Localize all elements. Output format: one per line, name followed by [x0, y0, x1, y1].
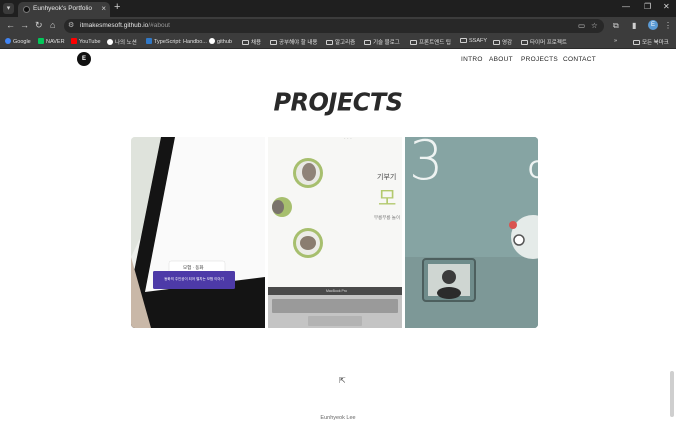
site-info-icon[interactable]: ⚙ [68, 21, 74, 29]
folder-icon [633, 40, 640, 45]
home-icon[interactable]: ⌂ [50, 20, 55, 30]
bookmark-folder-jobs[interactable]: 채용 [242, 38, 261, 46]
bookmark-notion[interactable]: 나의 노션 [107, 38, 137, 46]
tab-search-button[interactable]: ▾ [3, 3, 14, 14]
forward-icon[interactable]: → [20, 20, 29, 30]
bookmark-folder-timer-project[interactable]: 타이머 프로젝트 [521, 38, 567, 46]
youtube-icon [71, 38, 77, 44]
folder-icon [364, 40, 371, 45]
close-window-button[interactable]: ✕ [663, 2, 670, 11]
back-icon[interactable]: ← [6, 20, 15, 30]
github-icon [209, 38, 215, 44]
page-content: E INTRO ABOUT PROJECTS CONTACT PROJECTS … [0, 49, 676, 432]
bookmark-folder-inspiration[interactable]: 영감 [493, 38, 512, 46]
laptop-photo [268, 137, 402, 328]
nav-projects[interactable]: PROJECTS [521, 56, 558, 63]
bookmark-folder-algorithm[interactable]: 알고리즘 [326, 38, 355, 46]
card2-laptop-label: MacBook Pro [326, 289, 348, 293]
folder-icon [460, 38, 467, 43]
google-icon [5, 38, 11, 44]
folder-icon [410, 40, 417, 45]
project-card-2[interactable]: · · · 기부기 모 부릉부릉 놀이 MacBook Pro [268, 137, 402, 328]
address-bar[interactable]: ⚙ itmakesmesoft.github.io/#about ▭ ☆ [64, 19, 604, 33]
typescript-icon [146, 38, 152, 44]
side-panel-icon[interactable]: ▮ [632, 21, 636, 30]
bookmark-star-icon[interactable]: ☆ [591, 21, 598, 30]
folder-icon [242, 40, 249, 45]
notion-icon [107, 39, 113, 45]
bookmark-typescript[interactable]: TypeScript: Handbo... [146, 38, 207, 45]
project-card-1[interactable]: 모험 · 동화 동화의 주인공이 되어 펼치는 모험 이야기 [131, 137, 265, 328]
folder-icon [326, 40, 333, 45]
bookmarks-overflow-button[interactable]: » [614, 38, 617, 44]
address-url: itmakesmesoft.github.io/#about [80, 22, 170, 29]
bookmark-folder-ssafy[interactable]: SSAFY [460, 38, 487, 44]
page-scrollbar[interactable] [670, 371, 674, 417]
extensions-icon[interactable]: ⧉ [613, 21, 619, 31]
tab-strip: ▾ Eunhyeok's Portfolio × + — ❐ ✕ [0, 0, 676, 17]
nav-contact[interactable]: CONTACT [563, 56, 596, 63]
bookmark-github[interactable]: github [209, 38, 232, 45]
card2-nav-hint: · · · [344, 137, 352, 142]
footer-name: Eunhyeok Lee [320, 415, 356, 421]
project-card-3[interactable]: 3 C [405, 137, 538, 328]
minimize-button[interactable]: — [622, 2, 630, 11]
nav-about[interactable]: ABOUT [489, 56, 513, 63]
site-logo[interactable]: E [77, 52, 91, 66]
section-title: PROJECTS [273, 87, 403, 117]
new-tab-button[interactable]: + [114, 1, 120, 13]
browser-menu-icon[interactable]: ⋮ [664, 21, 672, 30]
browser-toolbar: ← → ↻ ⌂ ⚙ itmakesmesoft.github.io/#about… [0, 17, 676, 35]
card3-big-digit: 3 [409, 137, 444, 192]
site-favicon-icon [23, 6, 30, 13]
card1-popup-title: 모험 · 동화 [183, 265, 204, 270]
card2-sub: 부릉부릉 놀이 [374, 215, 401, 220]
bookmark-naver[interactable]: NAVER [38, 38, 65, 45]
tab-portfolio[interactable]: Eunhyeok's Portfolio × [18, 2, 110, 17]
url-path: /#about [148, 22, 170, 29]
install-app-icon[interactable]: ▭ [578, 21, 585, 30]
bookmarks-bar: Google NAVER YouTube 나의 노션 TypeScript: H… [0, 35, 676, 49]
card2-heading: 기부기 [377, 174, 397, 181]
bookmark-folder-frontend-tips[interactable]: 프론트엔드 팁 [410, 38, 451, 46]
reload-icon[interactable]: ↻ [35, 20, 43, 31]
folder-icon [521, 40, 528, 45]
bookmark-youtube[interactable]: YouTube [71, 38, 101, 45]
bookmark-folder-study[interactable]: 공부해야 할 내용 [270, 38, 317, 46]
nav-intro[interactable]: INTRO [461, 56, 483, 63]
card3-ring-char: C [528, 156, 538, 184]
folder-icon [493, 40, 500, 45]
bookmark-folder-tech-blog[interactable]: 기술 블로그 [364, 38, 400, 46]
browser-window: ▾ Eunhyeok's Portfolio × + — ❐ ✕ ← → ↻ ⌂… [0, 0, 676, 432]
mouse-cursor-icon: ⇱ [339, 376, 346, 385]
tab-close-icon[interactable]: × [101, 4, 106, 13]
folder-icon [270, 40, 277, 45]
tablet-photo [131, 137, 265, 328]
maximize-button[interactable]: ❐ [644, 2, 651, 11]
card1-popup-text: 동화의 주인공이 되어 펼치는 모험 이야기 [164, 277, 224, 281]
naver-icon [38, 38, 44, 44]
bookmark-google[interactable]: Google [5, 38, 31, 45]
tab-title: Eunhyeok's Portfolio [33, 5, 93, 12]
card2-big-char: 모 [378, 188, 397, 210]
profile-avatar[interactable]: E [648, 20, 658, 30]
url-host: itmakesmesoft.github.io [80, 22, 149, 29]
all-bookmarks-button[interactable]: 모든 북마크 [633, 38, 669, 46]
